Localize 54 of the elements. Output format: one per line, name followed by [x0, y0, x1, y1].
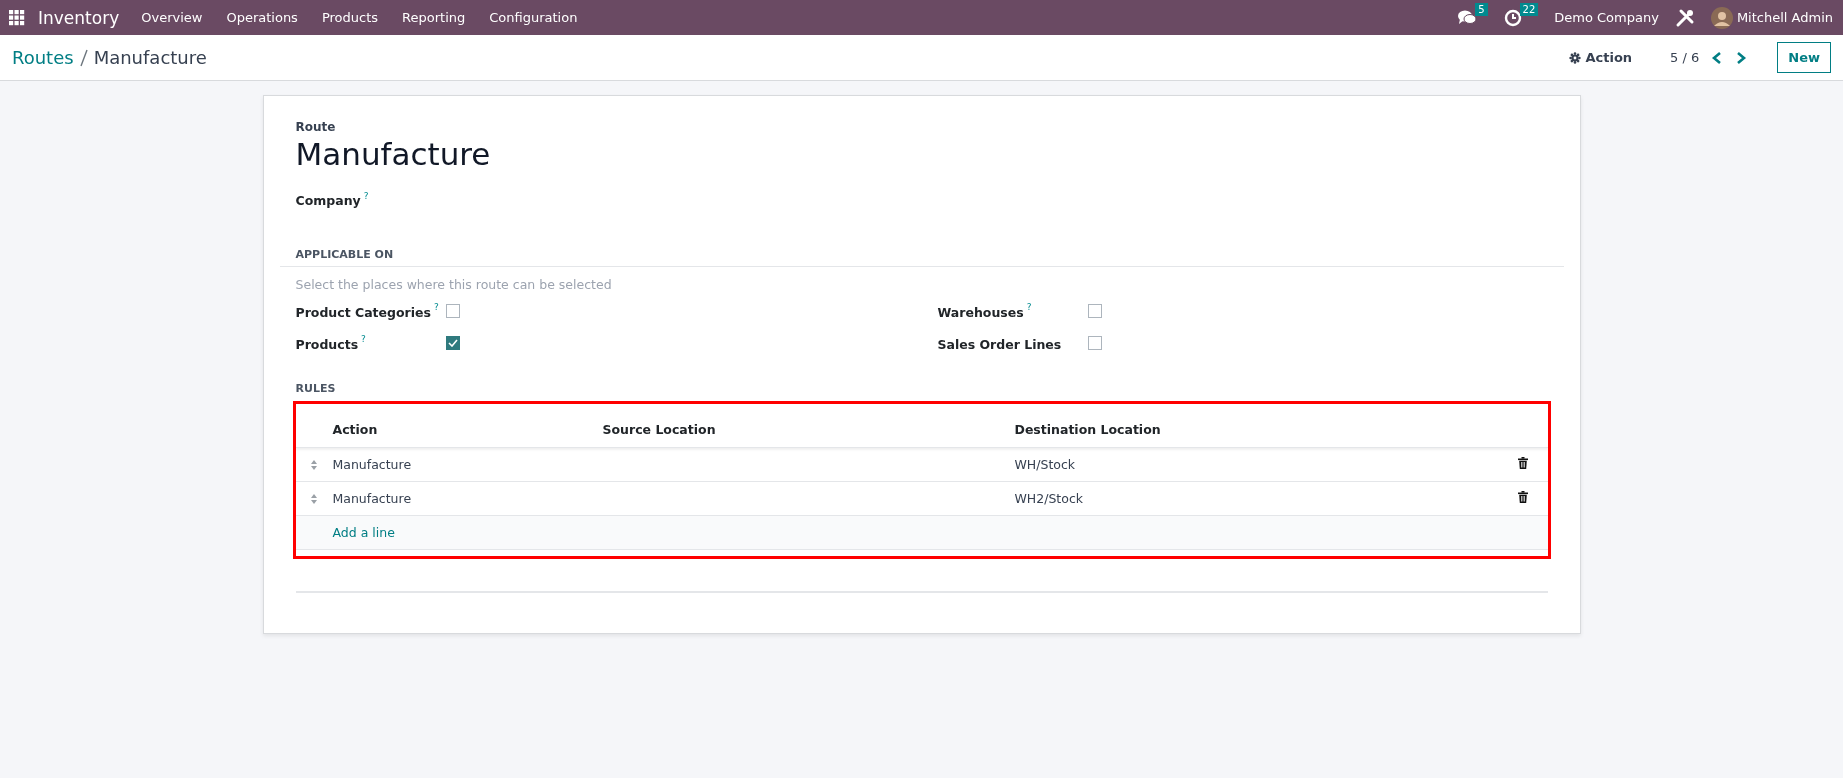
chat-icon[interactable]: [1457, 8, 1478, 27]
checkbox[interactable]: [445, 304, 460, 318]
field-label: Sales Order Lines: [937, 336, 1062, 352]
help-tooltip[interactable]: ?: [361, 334, 366, 345]
company-switcher[interactable]: Demo Company: [1554, 10, 1659, 25]
menu-item[interactable]: Overview: [129, 10, 215, 25]
field-label: Route: [295, 120, 337, 134]
breadcrumb-separator-icon: [79, 47, 88, 68]
drag-handle-icon[interactable]: [310, 492, 318, 505]
field-label: Products: [295, 336, 359, 352]
field-label: Company: [295, 193, 361, 208]
section-heading: RULES: [295, 382, 337, 395]
menu-item[interactable]: Reporting: [390, 10, 478, 25]
user-menu[interactable]: Mitchell Admin: [1710, 6, 1833, 29]
help-tooltip[interactable]: ?: [433, 302, 439, 313]
menu-item[interactable]: Products: [309, 10, 391, 25]
next-icon[interactable]: [1735, 50, 1748, 65]
help-tooltip[interactable]: ?: [1026, 302, 1032, 313]
trash-icon[interactable]: [1517, 491, 1528, 503]
checkbox[interactable]: [445, 336, 460, 350]
avatar-icon: [1710, 6, 1733, 29]
new-button[interactable]: New: [1777, 42, 1831, 73]
record-title: Manufacture: [295, 136, 492, 172]
field-label: Product Categories: [295, 304, 431, 320]
field-label: Warehouses: [937, 304, 1024, 320]
breadcrumb-link[interactable]: Routes: [12, 47, 74, 68]
clock-icon[interactable]: [1503, 8, 1522, 27]
table-cell: WH/Stock: [1014, 457, 1076, 472]
drag-handle-icon[interactable]: [310, 458, 318, 471]
checkbox[interactable]: [1087, 304, 1102, 318]
column-header[interactable]: Destination Location: [1014, 421, 1548, 437]
section-heading: APPLICABLE ON: [295, 248, 394, 261]
activity-count-badge: 22: [1519, 2, 1539, 16]
section-hint: Select the places where this route can be selected: [295, 277, 613, 292]
app-name[interactable]: Inventory: [38, 7, 120, 28]
gear-icon: [1569, 51, 1582, 64]
trash-icon[interactable]: [1517, 457, 1528, 469]
help-tooltip[interactable]: ?: [363, 190, 369, 201]
apps-menu-icon[interactable]: [9, 9, 25, 26]
menu-item[interactable]: Configuration: [477, 10, 590, 25]
table-cell: WH2/Stock: [1014, 491, 1084, 506]
action-button[interactable]: Action: [1563, 49, 1639, 66]
breadcrumb-current: Manufacture: [93, 47, 207, 68]
tools-icon[interactable]: [1674, 7, 1695, 28]
message-count-badge: 5: [1475, 2, 1488, 16]
pager-value: 5 / 6: [1670, 50, 1700, 65]
add-line-link[interactable]: Add a line: [332, 525, 395, 540]
menu-item[interactable]: Operations: [214, 10, 310, 25]
table-cell: Manufacture: [332, 491, 412, 506]
table-cell: Manufacture: [332, 457, 412, 472]
column-header[interactable]: Source Location: [602, 421, 1015, 437]
column-header[interactable]: Action: [332, 421, 603, 437]
checkbox[interactable]: [1087, 336, 1102, 350]
check-icon: [447, 339, 458, 347]
